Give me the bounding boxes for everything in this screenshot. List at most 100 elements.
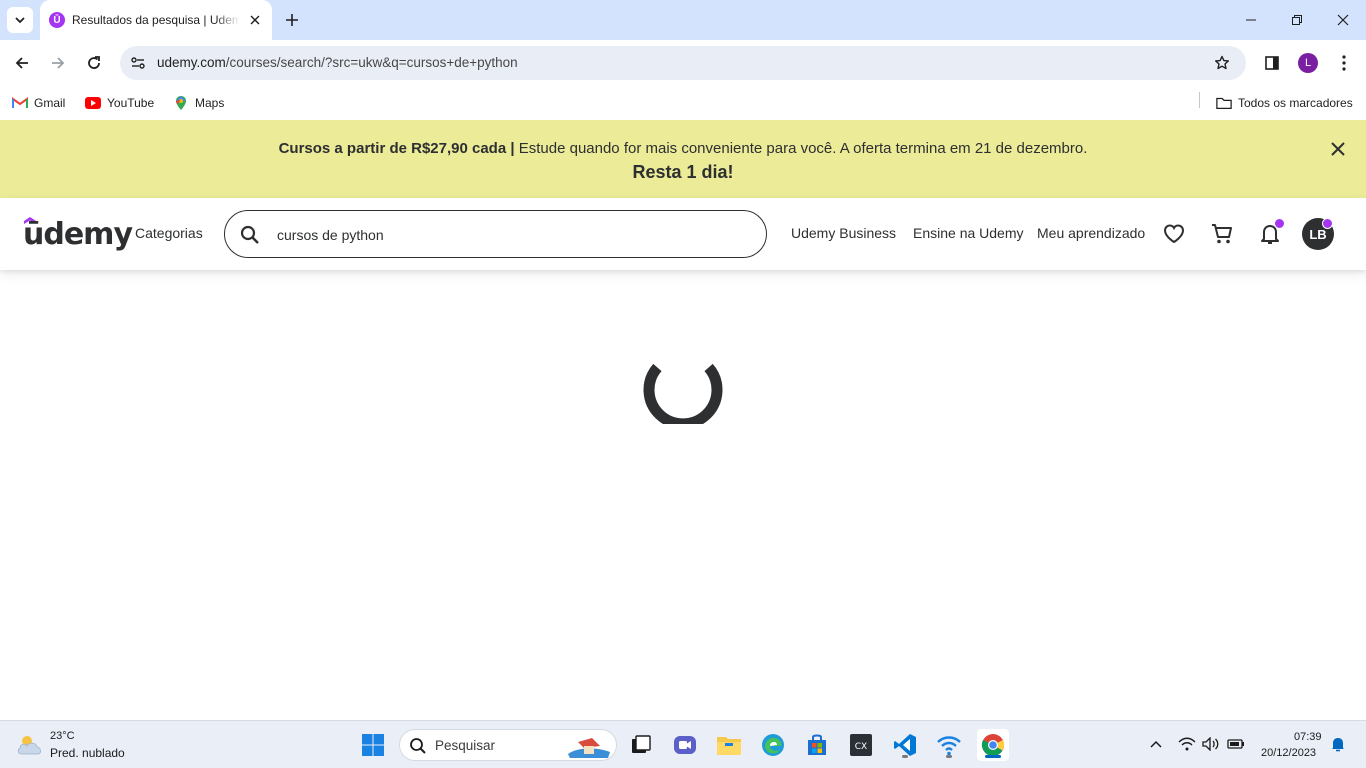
show-hidden-icons-button[interactable] xyxy=(1147,735,1165,753)
side-panel-button[interactable] xyxy=(1262,53,1282,73)
folder-icon xyxy=(1216,95,1232,111)
udemy-logo[interactable]: ūdemy xyxy=(23,213,133,253)
start-button[interactable] xyxy=(357,729,389,761)
cloudy-weather-icon[interactable] xyxy=(16,733,46,757)
youtube-icon xyxy=(85,95,101,111)
cart-icon xyxy=(1212,224,1232,244)
chevron-up-icon xyxy=(1150,740,1162,748)
arrow-right-icon xyxy=(52,57,65,69)
microsoft-store-app[interactable] xyxy=(801,729,833,761)
folder-icon xyxy=(717,737,741,755)
windows-taskbar: 23°C Pred. nublado Pesquisar CX 07:39 20… xyxy=(0,720,1366,768)
taskbar-search-placeholder: Pesquisar xyxy=(435,738,496,753)
all-bookmarks-folder[interactable]: Todos os marcadores xyxy=(1216,92,1353,114)
udemy-favicon-icon: Ū xyxy=(49,12,65,28)
promo-banner: Cursos a partir de R$27,90 cada | Estude… xyxy=(0,120,1366,198)
wifi-app[interactable] xyxy=(933,729,965,761)
tab-strip: Ū Resultados da pesquisa | Udemy xyxy=(0,0,1366,40)
network-tray-icon[interactable] xyxy=(1178,735,1196,753)
volume-tray-icon[interactable] xyxy=(1202,735,1220,753)
meet-chat-icon xyxy=(674,736,696,754)
close-icon xyxy=(1331,142,1345,156)
close-window-button[interactable] xyxy=(1333,10,1353,30)
udemy-business-link[interactable]: Udemy Business xyxy=(791,225,896,241)
search-input[interactable] xyxy=(277,225,737,245)
close-icon xyxy=(1337,14,1349,26)
new-tab-button[interactable] xyxy=(282,10,302,30)
address-bar[interactable]: udemy.com/courses/search/?src=ukw&q=curs… xyxy=(120,46,1246,80)
tab-title: Resultados da pesquisa | Udemy xyxy=(72,13,240,27)
task-view-button[interactable] xyxy=(625,729,657,761)
bookmark-label: Maps xyxy=(195,96,225,110)
profile-avatar-button[interactable]: L xyxy=(1298,53,1318,73)
clock-date[interactable]: 20/12/2023 xyxy=(1261,747,1316,759)
svg-text:CX: CX xyxy=(855,742,867,752)
minimize-button[interactable] xyxy=(1241,10,1261,30)
site-info-icon[interactable] xyxy=(128,53,148,73)
promo-bold-text: Cursos a partir de R$27,90 cada | xyxy=(278,140,515,157)
tab-close-button[interactable] xyxy=(247,12,263,28)
bell-icon xyxy=(1332,738,1344,752)
bookmark-star-button[interactable] xyxy=(1212,53,1232,73)
notifications-button[interactable] xyxy=(1258,218,1285,246)
cx-app[interactable]: CX xyxy=(845,729,877,761)
battery-icon xyxy=(1227,739,1244,749)
reload-button[interactable] xyxy=(82,51,106,75)
chrome-icon xyxy=(981,734,1005,756)
file-explorer-app[interactable] xyxy=(713,729,745,761)
maps-icon xyxy=(173,95,189,111)
edge-browser-app[interactable] xyxy=(757,729,789,761)
categories-link[interactable]: Categorias xyxy=(135,225,203,241)
teach-on-udemy-link[interactable]: Ensine na Udemy xyxy=(913,225,1024,241)
tab-search-button[interactable] xyxy=(7,7,33,33)
url-host: udemy.com xyxy=(157,55,226,70)
udemy-header: ūdemy Categorias Udemy Business Ensine n… xyxy=(0,198,1366,270)
running-indicator xyxy=(902,755,908,758)
wishlist-button[interactable] xyxy=(1162,222,1186,246)
running-indicator-active xyxy=(985,755,1001,758)
forward-button[interactable] xyxy=(46,51,70,75)
browser-menu-button[interactable] xyxy=(1334,53,1354,73)
taskbar-search-box[interactable]: Pesquisar xyxy=(399,729,617,761)
restore-button[interactable] xyxy=(1287,10,1307,30)
bookmark-youtube[interactable]: YouTube xyxy=(85,92,154,114)
bookmarks-bar: Gmail YouTube Maps Todos os marcadores xyxy=(0,86,1366,120)
arrow-left-icon xyxy=(15,57,28,69)
promo-text: Estude quando for mais conveniente para … xyxy=(514,140,1088,157)
search-icon xyxy=(410,738,426,754)
gmail-icon xyxy=(12,95,28,111)
browser-tab-active[interactable]: Ū Resultados da pesquisa | Udemy xyxy=(40,0,272,40)
course-search-bar xyxy=(224,210,767,258)
notification-badge xyxy=(1274,218,1285,229)
bookmarks-divider xyxy=(1199,92,1200,108)
wifi-icon xyxy=(937,736,961,756)
plus-icon xyxy=(286,14,298,26)
chrome-app[interactable] xyxy=(977,729,1009,761)
url-path: /courses/search/?src=ukw&q=cursos+de+pyt… xyxy=(225,55,518,70)
bookmark-label: YouTube xyxy=(107,96,155,110)
promo-message: Cursos a partir de R$27,90 cada | Estude… xyxy=(0,140,1366,157)
promo-close-button[interactable] xyxy=(1328,139,1348,159)
url-text: udemy.com/courses/search/?src=ukw&q=curs… xyxy=(157,55,518,70)
my-learning-link[interactable]: Meu aprendizado xyxy=(1037,225,1145,241)
battery-tray-icon[interactable] xyxy=(1227,735,1245,753)
cart-button[interactable] xyxy=(1210,222,1234,246)
notification-center-button[interactable] xyxy=(1329,735,1347,753)
teams-chat-app[interactable] xyxy=(669,729,701,761)
running-indicator xyxy=(946,755,952,758)
back-button[interactable] xyxy=(10,51,34,75)
heart-icon xyxy=(1163,224,1185,244)
search-icon[interactable] xyxy=(239,224,261,246)
bookmark-maps[interactable]: Maps xyxy=(173,92,224,114)
vscode-app[interactable] xyxy=(889,729,921,761)
edge-icon xyxy=(762,734,784,756)
browser-toolbar: udemy.com/courses/search/?src=ukw&q=curs… xyxy=(0,40,1366,86)
clock-time[interactable]: 07:39 xyxy=(1294,731,1322,743)
restore-icon xyxy=(1292,15,1302,25)
store-icon xyxy=(808,734,826,755)
weather-temperature[interactable]: 23°C xyxy=(50,730,75,742)
bookmark-gmail[interactable]: Gmail xyxy=(12,92,65,114)
vscode-icon xyxy=(894,734,916,756)
weather-description[interactable]: Pred. nublado xyxy=(50,746,125,760)
chevron-down-icon xyxy=(15,17,25,24)
